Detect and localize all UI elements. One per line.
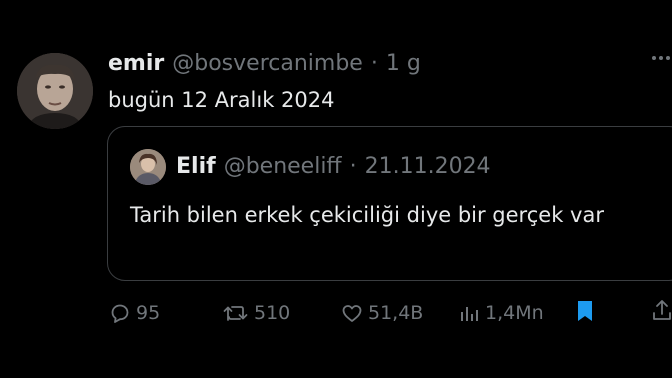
- quoted-tweet[interactable]: Elif @beneeliff · 21.11.2024 Tarih bilen…: [107, 126, 672, 281]
- heart-icon: [342, 305, 362, 322]
- action-bar: 95 510 51,4B 1,4Mn: [108, 298, 672, 328]
- tweet[interactable]: emir @bosvercanimbe · 1 g bugün 12 Aralı…: [0, 0, 672, 378]
- avatar[interactable]: [17, 53, 93, 129]
- quoted-separator-dot: ·: [349, 154, 357, 179]
- views-chart-icon: [461, 307, 478, 321]
- like-button[interactable]: 51,4B: [340, 298, 423, 328]
- quoted-date[interactable]: 21.11.2024: [365, 153, 491, 181]
- bookmark-button[interactable]: [574, 298, 596, 324]
- quoted-handle[interactable]: @beneeliff: [224, 153, 342, 181]
- retweet-count: 510: [254, 302, 291, 324]
- views-count: 1,4Mn: [485, 302, 544, 324]
- display-name[interactable]: emir: [108, 50, 164, 78]
- tweet-text: bugün 12 Aralık 2024: [108, 88, 335, 112]
- retweet-button[interactable]: 510: [222, 298, 290, 328]
- tweet-time[interactable]: 1 g: [386, 50, 421, 78]
- quoted-display-name[interactable]: Elif: [176, 153, 216, 181]
- share-button[interactable]: [651, 298, 672, 322]
- separator-dot: ·: [370, 51, 378, 76]
- reply-button[interactable]: 95: [108, 298, 160, 328]
- reply-count: 95: [136, 302, 161, 324]
- quoted-avatar[interactable]: [130, 149, 166, 185]
- tweet-header: emir @bosvercanimbe · 1 g: [108, 50, 421, 78]
- share-icon: [653, 300, 671, 320]
- retweet-icon: [223, 306, 248, 321]
- quoted-text: Tarih bilen erkek çekiciliği diye bir ge…: [130, 203, 604, 227]
- like-count: 51,4B: [368, 302, 424, 324]
- user-handle[interactable]: @bosvercanimbe: [172, 50, 363, 78]
- quoted-header: Elif @beneeliff · 21.11.2024: [176, 153, 491, 181]
- bookmark-icon: [578, 301, 592, 321]
- reply-icon: [111, 304, 129, 323]
- more-options-icon[interactable]: [652, 56, 670, 60]
- views-button[interactable]: 1,4Mn: [457, 298, 544, 328]
